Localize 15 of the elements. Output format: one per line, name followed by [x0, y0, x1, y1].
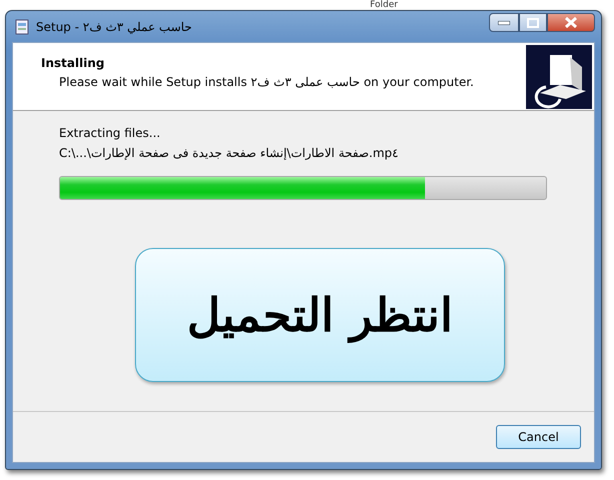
close-button[interactable]	[547, 13, 595, 32]
wait-callout: انتظر التحميل	[135, 248, 505, 382]
background-text: Folder	[370, 0, 398, 10]
page-subtitle: Please wait while Setup installs حاسب عملى ٣ث ف٢ on your computer.	[58, 75, 474, 89]
maximize-button[interactable]	[519, 13, 547, 32]
page-title: Installing	[41, 56, 106, 70]
cancel-button[interactable]: Cancel	[496, 425, 581, 449]
file-path: C:\...\صفحة الاطارات\إنشاء صفحة جديدة فى صفحة الإطارات.mp٤	[59, 146, 400, 160]
maximize-icon	[527, 18, 539, 28]
window-title: Setup - حاسب عملي ٣ث ف٢	[36, 20, 193, 34]
installer-icon	[14, 18, 30, 34]
minimize-icon	[498, 20, 510, 24]
close-icon	[565, 17, 577, 28]
status-text: Extracting files...	[59, 126, 162, 140]
minimize-button[interactable]	[489, 13, 519, 32]
